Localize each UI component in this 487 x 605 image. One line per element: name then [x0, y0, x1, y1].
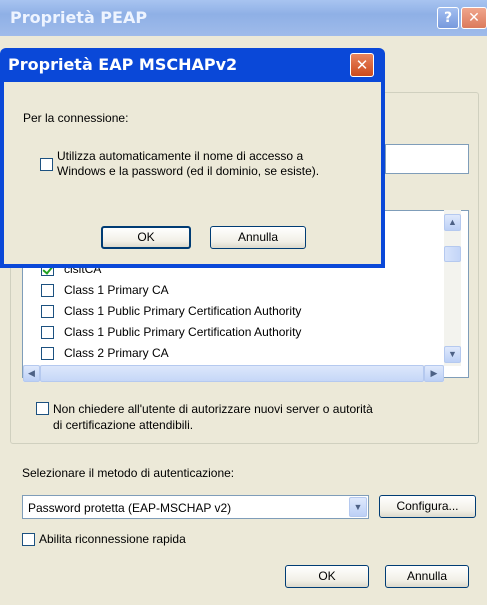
peap-cancel-button[interactable]: Annulla: [385, 565, 469, 588]
auth-method-label: Selezionare il metodo di autenticazione:: [22, 466, 235, 480]
peap-ok-button[interactable]: OK: [285, 565, 369, 588]
dialog-ok-button[interactable]: OK: [101, 226, 191, 249]
autologon-checkbox[interactable]: [40, 158, 53, 171]
certificate-checkbox[interactable]: [41, 283, 54, 297]
vertical-scrollbar[interactable]: [444, 210, 461, 366]
close-icon[interactable]: ✕: [350, 53, 374, 77]
autologon-option[interactable]: Utilizza automaticamente il nome di acce…: [40, 149, 319, 178]
scroll-left-icon[interactable]: ◀: [23, 365, 40, 382]
auth-method-select[interactable]: Password protetta (EAP-MSCHAP v2) ▼: [22, 495, 369, 519]
fast-reconnect-label: Abilita riconnessione rapida: [39, 532, 186, 546]
peap-close-button[interactable]: ✕: [461, 7, 487, 29]
vertical-scroll-thumb[interactable]: [444, 246, 461, 262]
dont-prompt-option[interactable]: Non chiedere all'utente di autorizzare n…: [36, 401, 373, 432]
certificate-label: Class 2 Primary CA: [64, 346, 169, 360]
list-item[interactable]: Class 2 Primary CA: [41, 343, 169, 363]
peap-window-title: Proprietà PEAP: [10, 8, 148, 27]
dont-prompt-label-line1: Non chiedere all'utente di autorizzare n…: [53, 402, 373, 416]
configure-button[interactable]: Configura...: [379, 495, 476, 518]
dialog-body: Per la connessione: Utilizza automaticam…: [4, 82, 381, 264]
certificate-checkbox[interactable]: [41, 346, 54, 360]
list-item[interactable]: Class 1 Primary CA: [41, 280, 169, 300]
horizontal-scroll-thumb[interactable]: [40, 365, 424, 382]
dialog-cancel-button[interactable]: Annulla: [210, 226, 306, 249]
help-button[interactable]: ?: [437, 7, 459, 29]
certificate-label: Class 1 Public Primary Certification Aut…: [64, 304, 302, 318]
certificate-label: Class 1 Primary CA: [64, 283, 169, 297]
mschapv2-dialog: Proprietà EAP MSCHAPv2 ✕ Per la connessi…: [0, 48, 385, 268]
connection-label: Per la connessione:: [23, 111, 129, 125]
autologon-label-line2: Windows e la password (ed il dominio, se…: [57, 164, 320, 178]
certificate-checkbox[interactable]: [41, 325, 54, 339]
certificate-checkbox[interactable]: [41, 304, 54, 318]
list-item[interactable]: Class 1 Public Primary Certification Aut…: [41, 301, 301, 321]
servers-field[interactable]: [385, 144, 469, 174]
scroll-up-icon[interactable]: ▲: [444, 214, 461, 231]
list-item[interactable]: Class 1 Public Primary Certification Aut…: [41, 322, 301, 342]
dont-prompt-label-line2: di certificazione attendibili.: [53, 418, 194, 432]
fast-reconnect-option[interactable]: Abilita riconnessione rapida: [22, 529, 186, 549]
scroll-down-icon[interactable]: ▼: [444, 346, 461, 363]
fast-reconnect-checkbox[interactable]: [22, 532, 35, 546]
dont-prompt-checkbox[interactable]: [36, 402, 49, 415]
chevron-down-icon[interactable]: ▼: [349, 497, 367, 517]
peap-title-bar[interactable]: Proprietà PEAP ? ✕: [0, 0, 487, 36]
autologon-label-line1: Utilizza automaticamente il nome di acce…: [57, 149, 304, 163]
auth-method-value: Password protetta (EAP-MSCHAP v2): [28, 501, 232, 515]
certificate-label: Class 1 Public Primary Certification Aut…: [64, 325, 302, 339]
dialog-title: Proprietà EAP MSCHAPv2: [8, 55, 238, 74]
scroll-right-icon[interactable]: ▶: [424, 365, 444, 382]
